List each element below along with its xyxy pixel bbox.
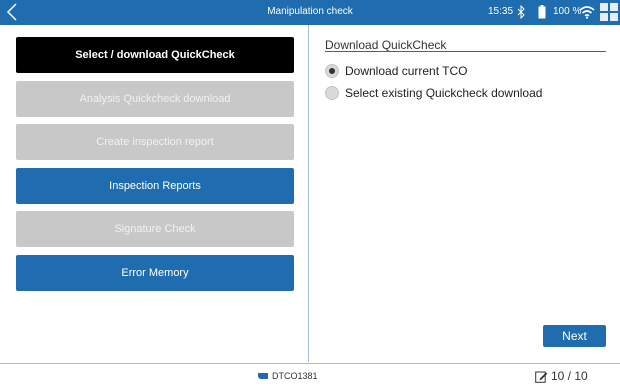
bluetooth-icon — [517, 5, 525, 19]
signature-check-button[interactable]: Signature Check — [16, 211, 294, 247]
page-count: 10 / 10 — [551, 369, 588, 383]
option-label: Select existing Quickcheck download — [345, 86, 543, 100]
edit-icon[interactable] — [535, 370, 548, 383]
footer-divider — [0, 363, 620, 364]
top-bar: Manipulation check 15:35 100 % — [0, 0, 620, 25]
next-button[interactable]: Next — [543, 325, 606, 347]
create-inspection-report-button[interactable]: Create inspection report — [16, 124, 294, 160]
battery-icon — [538, 5, 546, 19]
tachograph-icon — [258, 373, 268, 379]
select-download-quickcheck-button[interactable]: Select / download QuickCheck — [16, 37, 294, 73]
page-title: Manipulation check — [267, 6, 353, 17]
error-memory-button[interactable]: Error Memory — [16, 255, 294, 291]
page-counter: 10 / 10 — [535, 369, 588, 383]
radio-unchecked-icon[interactable] — [325, 86, 339, 100]
option-label: Download current TCO — [345, 64, 468, 78]
panel-title: Download QuickCheck — [325, 38, 447, 52]
device-indicator: DTCO1381 — [258, 371, 318, 381]
analysis-quickcheck-download-button[interactable]: Analysis Quickcheck download — [16, 81, 294, 117]
panel-divider — [308, 25, 309, 362]
battery-percentage: 100 % — [553, 6, 582, 17]
option-select-existing-download[interactable]: Select existing Quickcheck download — [325, 86, 542, 100]
option-download-current-tco[interactable]: Download current TCO — [325, 64, 468, 78]
panel-title-underline — [325, 51, 606, 52]
radio-checked-icon[interactable] — [325, 64, 339, 78]
wifi-icon — [579, 6, 595, 19]
app-grid-icon[interactable] — [600, 3, 618, 21]
clock: 15:35 — [488, 6, 514, 17]
device-label: DTCO1381 — [272, 371, 318, 381]
inspection-reports-button[interactable]: Inspection Reports — [16, 168, 294, 204]
